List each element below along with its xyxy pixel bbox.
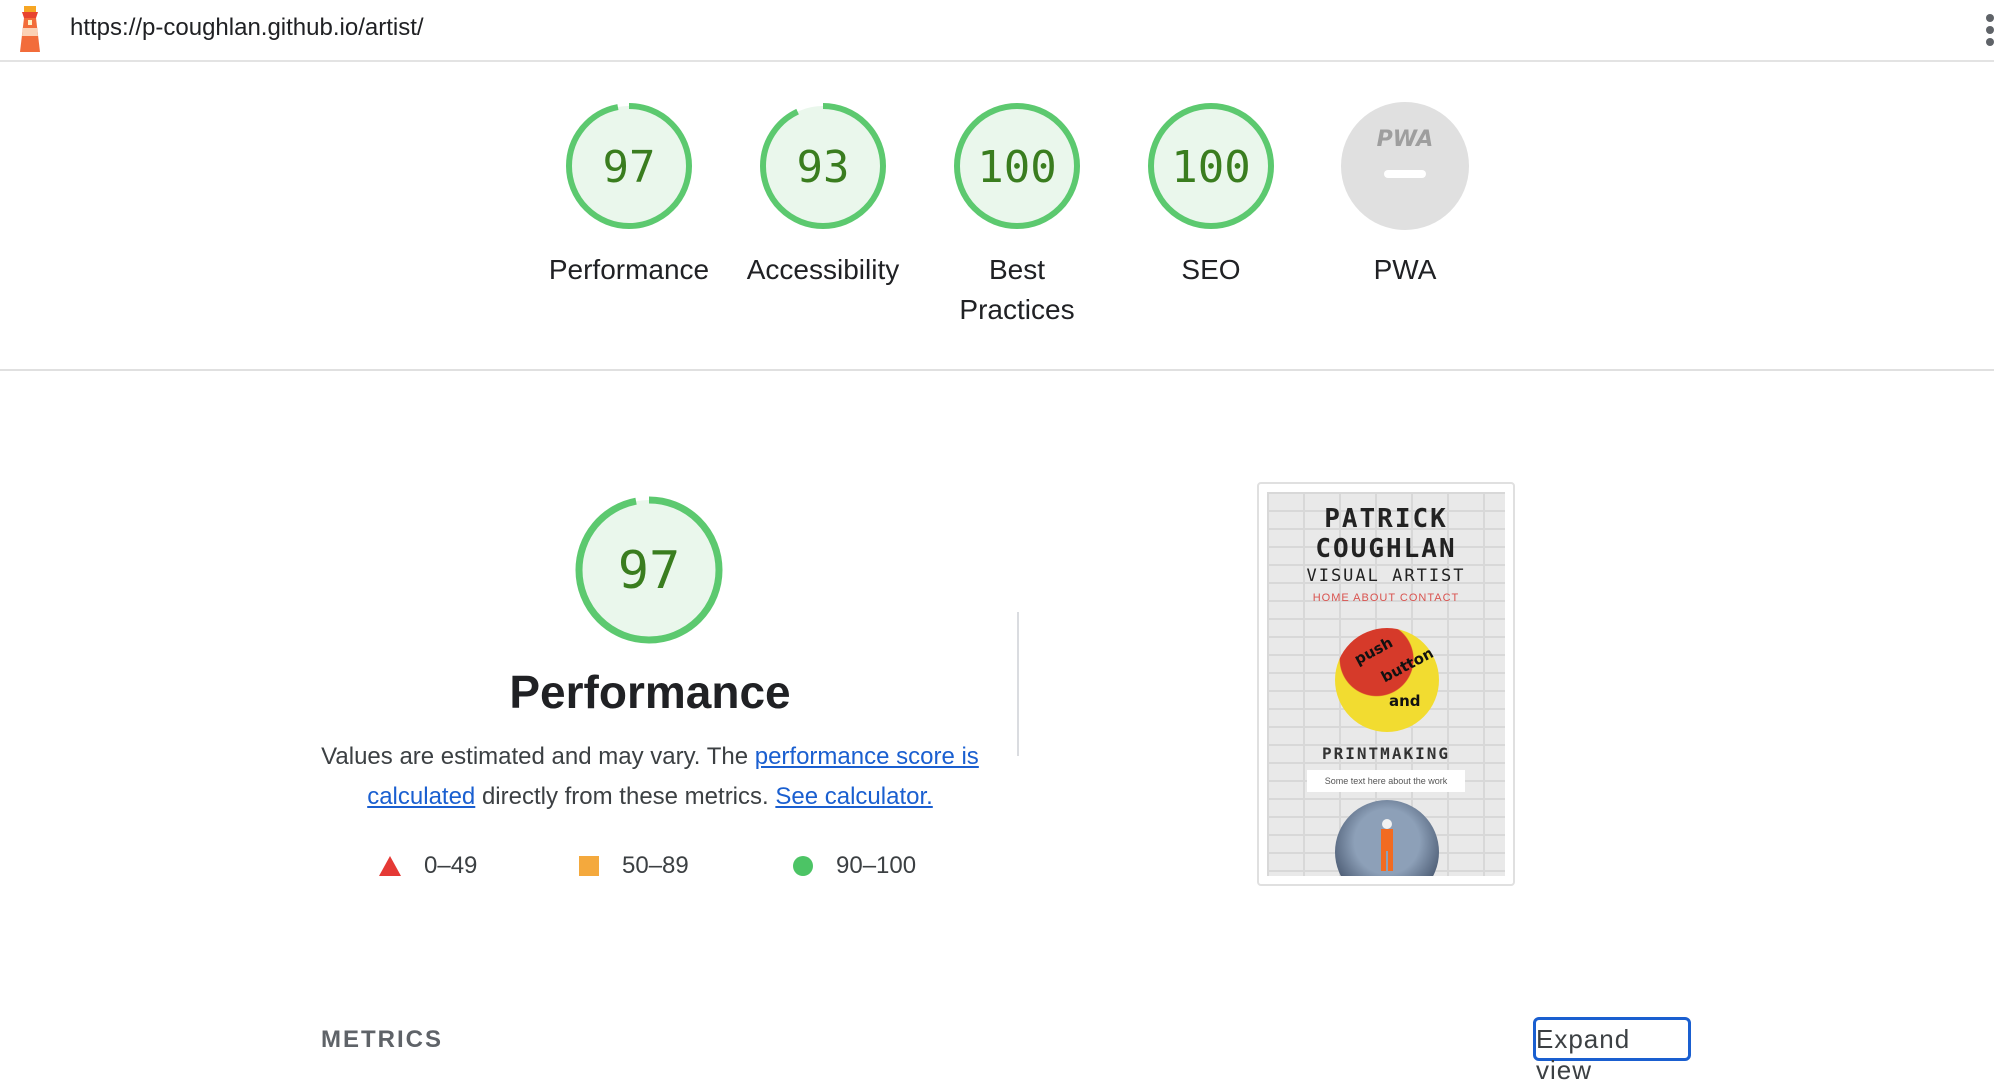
thumb-person-image xyxy=(1335,800,1439,876)
lighthouse-icon xyxy=(20,6,40,52)
expand-view-button[interactable]: Expand view xyxy=(1533,1017,1691,1085)
gauge-accessibility[interactable]: 93 Accessibility xyxy=(733,100,913,290)
accessibility-gauge: 93 xyxy=(760,103,886,229)
thumb-sign-word-3: and xyxy=(1389,692,1421,710)
performance-label: Performance xyxy=(548,254,710,285)
seo-label: SEO xyxy=(1181,254,1241,285)
performance-title: Performance xyxy=(509,666,791,718)
thumb-print-image: push button and xyxy=(1335,628,1439,732)
performance-description: Values are estimated and may vary. The p… xyxy=(320,737,980,817)
legend-item-average: 50–89 xyxy=(578,852,689,880)
best-practices-score: 100 xyxy=(977,142,1056,193)
page-url[interactable]: https://p-coughlan.github.io/artist/ xyxy=(70,14,424,42)
fail-triangle-icon xyxy=(379,856,401,876)
thumb-nav: HOME ABOUT CONTACT xyxy=(1312,592,1460,604)
legend-item-fail: 0–49 xyxy=(378,852,477,880)
best-practices-label-line2: Practices xyxy=(959,294,1075,325)
performance-large-gauge: 97 xyxy=(575,496,723,644)
gauge-pwa[interactable]: PWA PWA xyxy=(1315,100,1495,290)
gauge-best-practices[interactable]: 100 Best Practices xyxy=(927,100,1107,330)
legend-item-pass: 90–100 xyxy=(792,852,916,880)
thumb-name-line2: COUGHLAN xyxy=(1315,534,1457,564)
screenshot-image: PATRICK COUGHLAN VISUAL ARTIST HOME ABOU… xyxy=(1267,492,1505,876)
seo-score: 100 xyxy=(1171,142,1250,193)
gauge-performance[interactable]: 97 Performance xyxy=(539,100,719,290)
thumb-caption: Some text here about the work xyxy=(1307,770,1465,792)
person-figure-icon xyxy=(1381,819,1393,871)
desc-text-pre: Values are estimated and may vary. The xyxy=(321,743,755,770)
performance-gauge: 97 xyxy=(566,103,692,229)
best-practices-label: Best Practices xyxy=(927,250,1107,330)
thumb-subtitle: VISUAL ARTIST xyxy=(1306,566,1466,586)
section-divider xyxy=(0,369,1994,371)
thumb-name-line1: PATRICK xyxy=(1324,504,1448,534)
legend-range-fail: 0–49 xyxy=(424,852,478,879)
best-practices-label-line1: Best xyxy=(988,254,1046,285)
category-gauges: 97 Performance 93 Accessibility 100 Best… xyxy=(0,100,1994,330)
pass-circle-icon xyxy=(793,856,813,876)
legend-range-average: 50–89 xyxy=(622,852,689,879)
seo-gauge: 100 xyxy=(1148,103,1274,229)
pwa-label: PWA xyxy=(1373,254,1437,285)
thumb-section-title: PRINTMAKING xyxy=(1322,744,1450,763)
report-header: https://p-coughlan.github.io/artist/ xyxy=(0,0,1994,62)
pwa-badge-icon: PWA xyxy=(1341,102,1469,230)
performance-large-score: 97 xyxy=(618,541,681,601)
desc-text-mid: directly from these metrics. xyxy=(475,783,776,810)
performance-score: 97 xyxy=(603,142,656,193)
gauge-seo[interactable]: 100 SEO xyxy=(1121,100,1301,290)
pwa-badge-text: PWA xyxy=(1377,127,1434,152)
see-calculator-link[interactable]: See calculator. xyxy=(775,783,932,810)
vertical-divider xyxy=(1017,612,1019,756)
average-square-icon xyxy=(579,856,599,876)
final-screenshot-thumbnail[interactable]: PATRICK COUGHLAN VISUAL ARTIST HOME ABOU… xyxy=(1257,482,1515,886)
best-practices-gauge: 100 xyxy=(954,103,1080,229)
accessibility-score: 93 xyxy=(797,142,850,193)
legend-range-pass: 90–100 xyxy=(836,852,917,879)
accessibility-label: Accessibility xyxy=(746,254,900,285)
metrics-heading: METRICS xyxy=(321,1026,443,1053)
more-options-icon[interactable] xyxy=(1986,14,1994,48)
score-legend: 0–49 50–89 90–100 xyxy=(378,852,938,888)
